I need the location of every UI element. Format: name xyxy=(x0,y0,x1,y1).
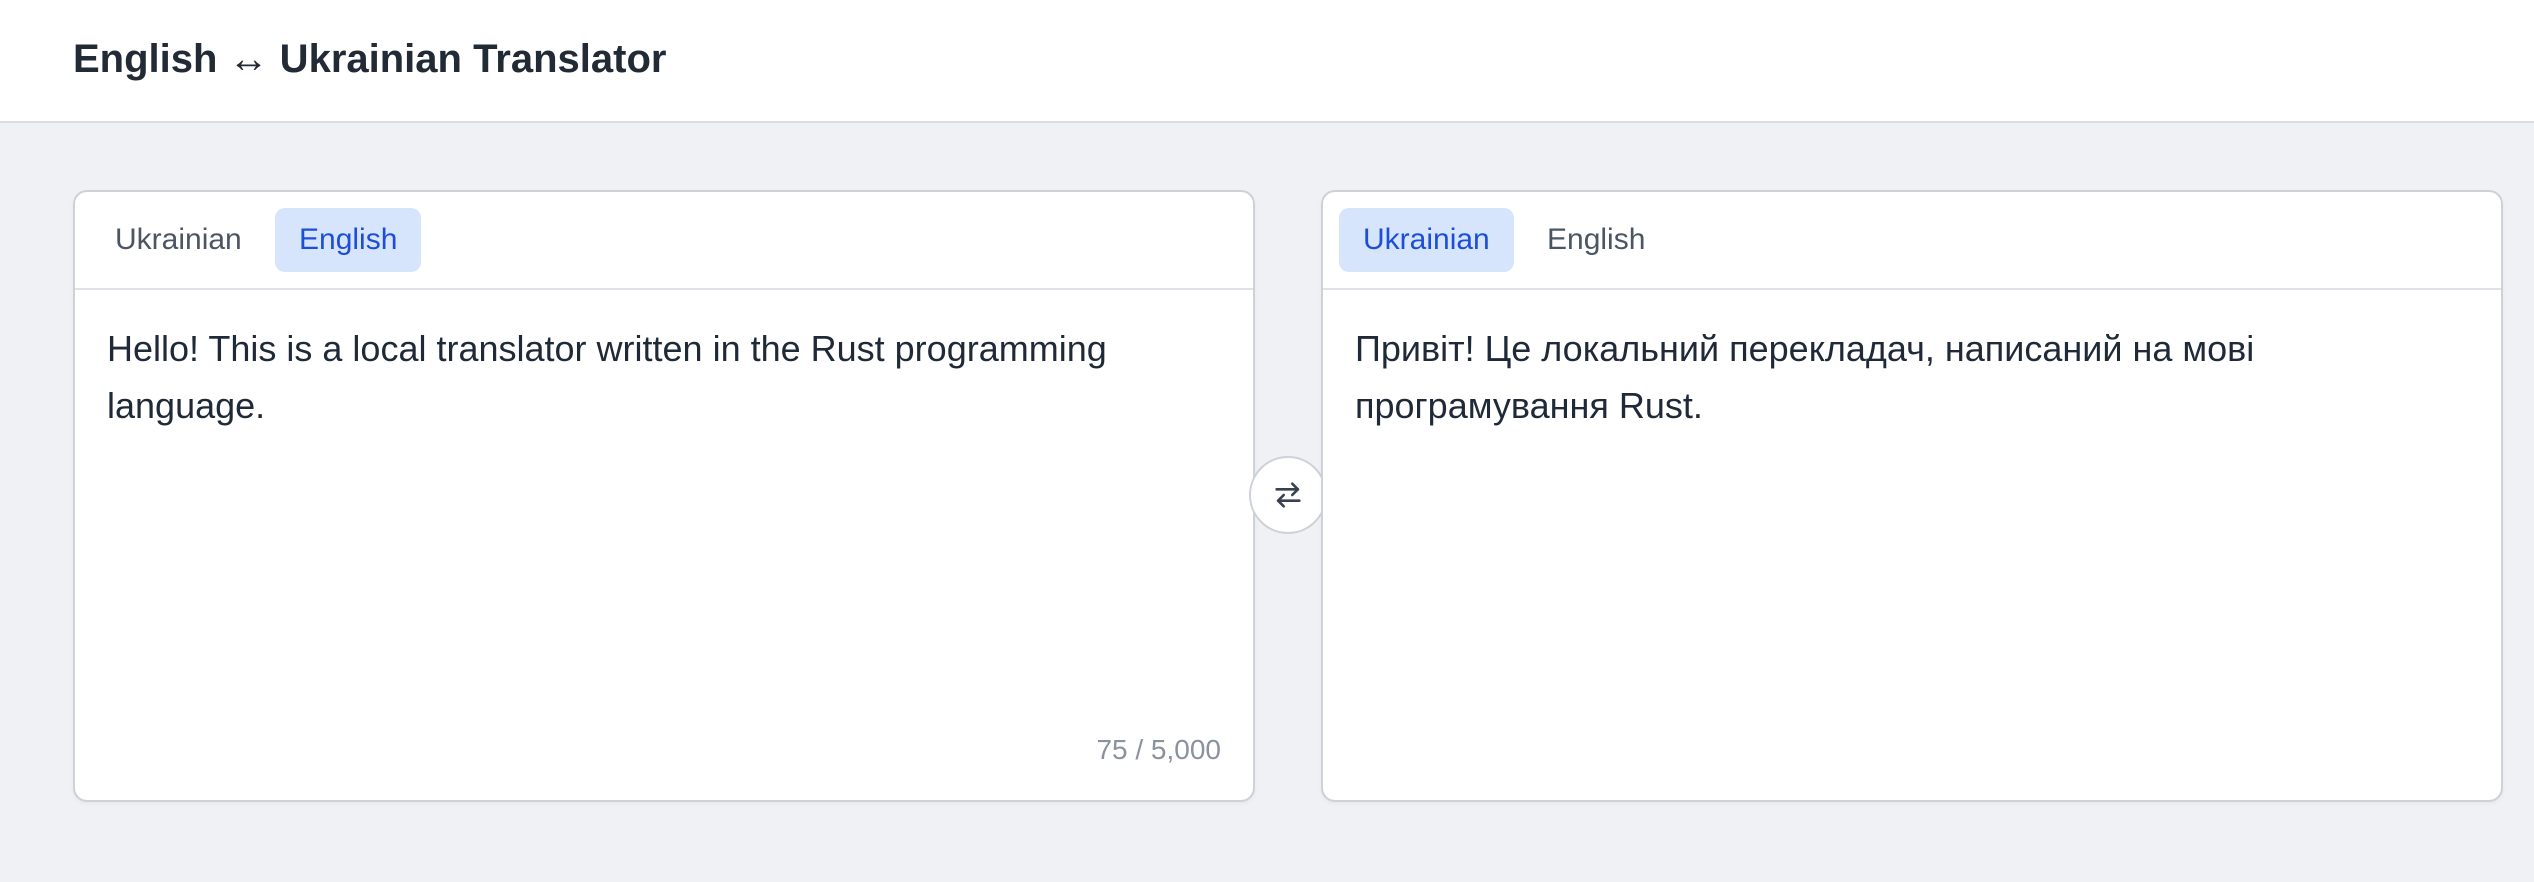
swap-arrows-icon xyxy=(1275,482,1301,508)
target-language-tabs: Ukrainian English xyxy=(1323,192,2501,290)
app-header: English ↔ Ukrainian Translator xyxy=(0,0,2534,123)
source-tab-english[interactable]: English xyxy=(275,208,422,272)
app-title: English ↔ Ukrainian Translator xyxy=(73,37,667,81)
translated-text: Привіт! Це локальний перекладач, написан… xyxy=(1355,328,2255,426)
source-tab-ukrainian[interactable]: Ukrainian xyxy=(91,208,266,272)
target-tab-english[interactable]: English xyxy=(1523,208,1669,272)
target-tab-ukrainian[interactable]: Ukrainian xyxy=(1339,208,1514,272)
source-text-input[interactable]: Hello! This is a local translator writte… xyxy=(107,320,1217,434)
character-count: 75 / 5,000 xyxy=(1096,734,1221,765)
target-panel: Ukrainian English Привіт! Це локальний п… xyxy=(1321,190,2503,802)
source-panel: Ukrainian English Hello! This is a local… xyxy=(73,190,1255,802)
swap-languages-button[interactable] xyxy=(1249,456,1327,534)
source-language-tabs: Ukrainian English xyxy=(75,192,1253,290)
